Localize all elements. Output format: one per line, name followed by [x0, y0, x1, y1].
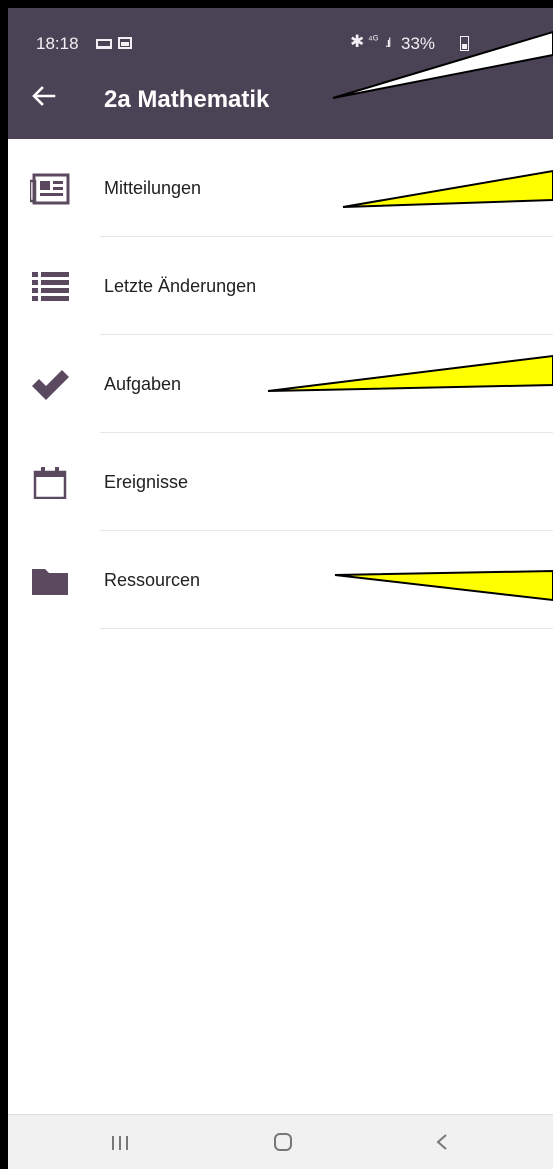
newspaper-icon — [30, 173, 70, 205]
screenshot-border-left — [0, 0, 8, 1169]
menu-item-aufgaben[interactable]: Aufgaben — [8, 335, 553, 433]
battery-icon — [460, 36, 469, 51]
menu-item-label: Ressourcen — [104, 570, 201, 590]
menu-item-letzte-aenderungen[interactable]: Letzte Änderungen — [8, 237, 553, 335]
phone-screen: 18:18 ✱ ⁴ᴳ .ıl 33% 2a Mathematik Mitteil… — [8, 8, 553, 1169]
menu-item-mitteilungen[interactable]: Mitteilungen — [8, 139, 553, 237]
battery-percent: 33% — [401, 34, 436, 53]
app-bar: 18:18 ✱ ⁴ᴳ .ıl 33% 2a Mathematik — [8, 8, 553, 139]
page-title: 2a Mathematik — [104, 86, 270, 113]
back-button[interactable] — [26, 78, 62, 114]
menu-item-ereignisse[interactable]: Ereignisse — [8, 433, 553, 531]
status-bar: 18:18 ✱ ⁴ᴳ .ıl 33% — [8, 26, 553, 58]
menu-item-label: Aufgaben — [104, 374, 182, 394]
menu-item-label: Mitteilungen — [104, 178, 202, 198]
checkmark-icon — [32, 370, 69, 400]
calendar-icon — [33, 467, 67, 499]
network-4g-icon: ⁴ᴳ — [368, 34, 379, 46]
bluetooth-icon: ✱ — [350, 32, 365, 51]
signal-icon: .ıl — [385, 35, 391, 50]
laptop-icon — [96, 39, 112, 49]
folder-icon — [32, 569, 68, 595]
list-icon — [32, 272, 69, 301]
recents-icon[interactable] — [100, 1127, 140, 1157]
screenshot-border-top — [0, 0, 553, 8]
divider — [100, 628, 553, 629]
back-nav-icon[interactable] — [422, 1127, 462, 1157]
menu-item-label: Letzte Änderungen — [104, 276, 257, 296]
gallery-icon — [118, 37, 132, 49]
status-time: 18:18 — [36, 34, 79, 53]
system-nav-bar — [8, 1114, 553, 1169]
menu-item-ressourcen[interactable]: Ressourcen — [8, 531, 553, 629]
menu-list: Mitteilungen Letzte Änderungen Aufgaben — [8, 139, 553, 629]
arrow-left-icon — [32, 86, 56, 106]
menu-item-label: Ereignisse — [104, 472, 189, 492]
home-icon[interactable] — [263, 1127, 303, 1157]
